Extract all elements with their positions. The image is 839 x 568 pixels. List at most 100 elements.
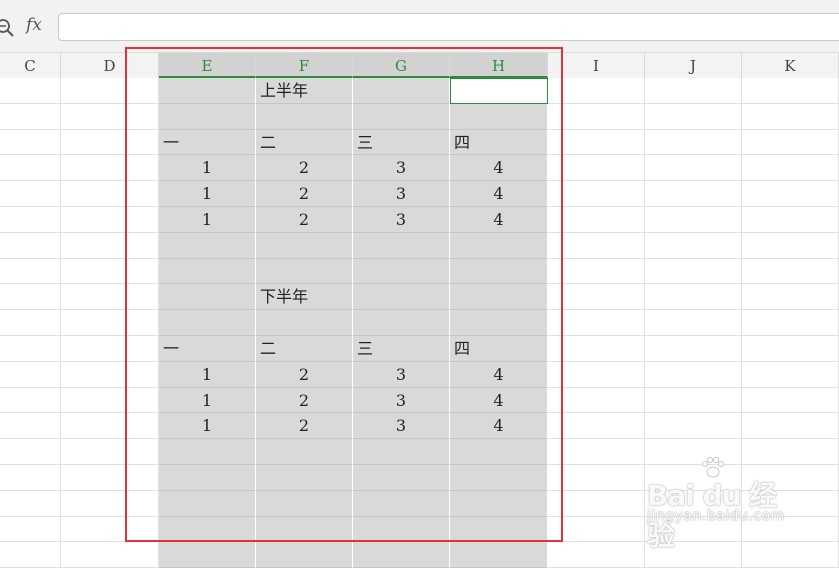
cell-j-12[interactable] [645, 361, 742, 388]
cell-k-9[interactable] [742, 284, 839, 311]
cell-c-1[interactable] [0, 78, 61, 104]
cell-c-4[interactable] [0, 155, 61, 182]
cell-d-10[interactable] [61, 310, 159, 336]
cell-d-16[interactable] [61, 465, 159, 491]
cell-h-9[interactable] [450, 284, 548, 311]
cell-e-16[interactable] [159, 465, 256, 491]
cell-e-13[interactable]: 1 [159, 387, 256, 414]
cell-h-5[interactable]: 4 [450, 181, 548, 207]
cell-d-13[interactable] [61, 387, 159, 414]
cell-i-18[interactable] [548, 516, 645, 543]
cell-c-8[interactable] [0, 258, 61, 285]
cell-g-1[interactable] [353, 78, 450, 104]
cell-i-3[interactable] [548, 129, 645, 156]
cell-f-5[interactable]: 2 [256, 181, 353, 207]
cell-h-6[interactable]: 4 [450, 207, 548, 233]
cell-e-17[interactable] [159, 490, 256, 517]
cell-e-6[interactable]: 1 [159, 207, 256, 233]
cell-f-7[interactable] [256, 232, 353, 259]
cell-c-3[interactable] [0, 129, 61, 156]
cell-d-3[interactable] [61, 129, 159, 156]
cell-g-7[interactable] [353, 232, 450, 259]
cell-i-14[interactable] [548, 413, 645, 440]
cell-h-12[interactable]: 4 [450, 361, 548, 388]
cell-h-8[interactable] [450, 258, 548, 285]
cell-g-11[interactable]: 三 [353, 336, 450, 362]
cell-e-5[interactable]: 1 [159, 181, 256, 207]
cell-c-16[interactable] [0, 465, 61, 491]
cell-f-8[interactable] [256, 258, 353, 285]
cell-h-18[interactable] [450, 516, 548, 543]
cell-h-14[interactable]: 4 [450, 413, 548, 440]
cell-h-11[interactable]: 四 [450, 336, 548, 362]
cell-k-10[interactable] [742, 310, 839, 336]
cell-d-15[interactable] [61, 439, 159, 465]
cell-k-15[interactable] [742, 439, 839, 465]
cell-g-14[interactable]: 3 [353, 413, 450, 440]
cell-c-6[interactable] [0, 207, 61, 233]
cell-k-8[interactable] [742, 258, 839, 285]
column-header-h[interactable]: H [450, 53, 548, 78]
cell-c-2[interactable] [0, 103, 61, 130]
cell-k-7[interactable] [742, 232, 839, 259]
cell-c-14[interactable] [0, 413, 61, 440]
cell-f-19[interactable] [256, 542, 353, 568]
cell-f-14[interactable]: 2 [256, 413, 353, 440]
column-header-d[interactable]: D [61, 53, 159, 78]
cell-g-19[interactable] [353, 542, 450, 568]
cell-k-12[interactable] [742, 361, 839, 388]
column-header-f[interactable]: F [256, 53, 353, 78]
cell-e-8[interactable] [159, 258, 256, 285]
cell-f-18[interactable] [256, 516, 353, 543]
cell-g-17[interactable] [353, 490, 450, 517]
cell-k-3[interactable] [742, 129, 839, 156]
cell-d-5[interactable] [61, 181, 159, 207]
cell-f-9[interactable]: 下半年 [256, 284, 353, 311]
cell-g-5[interactable]: 3 [353, 181, 450, 207]
cell-i-9[interactable] [548, 284, 645, 311]
cell-j-11[interactable] [645, 336, 742, 362]
cell-d-2[interactable] [61, 103, 159, 130]
cell-d-19[interactable] [61, 542, 159, 568]
cell-j-1[interactable] [645, 78, 742, 104]
cell-f-13[interactable]: 2 [256, 387, 353, 414]
cell-e-7[interactable] [159, 232, 256, 259]
cell-c-5[interactable] [0, 181, 61, 207]
cell-f-12[interactable]: 2 [256, 361, 353, 388]
cell-j-3[interactable] [645, 129, 742, 156]
cell-g-16[interactable] [353, 465, 450, 491]
formula-input[interactable] [58, 13, 839, 41]
cell-i-12[interactable] [548, 361, 645, 388]
cell-k-2[interactable] [742, 103, 839, 130]
cell-c-7[interactable] [0, 232, 61, 259]
cell-e-3[interactable]: 一 [159, 129, 256, 156]
cell-i-17[interactable] [548, 490, 645, 517]
cell-g-15[interactable] [353, 439, 450, 465]
cell-g-18[interactable] [353, 516, 450, 543]
cell-e-10[interactable] [159, 310, 256, 336]
cell-f-6[interactable]: 2 [256, 207, 353, 233]
cell-k-11[interactable] [742, 336, 839, 362]
cell-g-10[interactable] [353, 310, 450, 336]
cell-f-17[interactable] [256, 490, 353, 517]
cell-c-18[interactable] [0, 516, 61, 543]
cell-i-5[interactable] [548, 181, 645, 207]
cell-i-16[interactable] [548, 465, 645, 491]
cell-h-19[interactable] [450, 542, 548, 568]
cell-e-1[interactable] [159, 78, 256, 104]
cell-f-10[interactable] [256, 310, 353, 336]
cell-c-17[interactable] [0, 490, 61, 517]
cell-g-6[interactable]: 3 [353, 207, 450, 233]
cell-h-16[interactable] [450, 465, 548, 491]
cell-j-2[interactable] [645, 103, 742, 130]
cell-i-7[interactable] [548, 232, 645, 259]
cell-h-13[interactable]: 4 [450, 387, 548, 414]
cell-e-15[interactable] [159, 439, 256, 465]
column-header-e[interactable]: E [159, 53, 256, 78]
cell-c-11[interactable] [0, 336, 61, 362]
column-header-g[interactable]: G [353, 53, 450, 78]
column-header-j[interactable]: J [645, 53, 742, 78]
cell-j-14[interactable] [645, 413, 742, 440]
cell-i-11[interactable] [548, 336, 645, 362]
cell-i-6[interactable] [548, 207, 645, 233]
